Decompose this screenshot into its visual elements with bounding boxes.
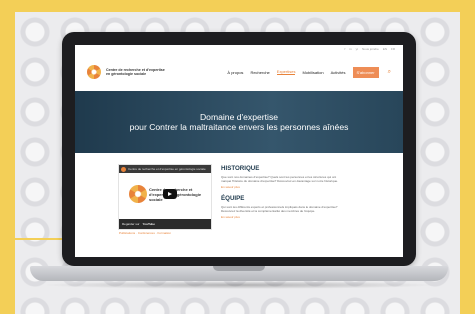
video-header: Centre de recherche et d'expertise en gé…	[119, 165, 211, 173]
nav-item-activites[interactable]: Activités	[331, 70, 346, 75]
site-logo[interactable]: Centre de recherche et d'expertise en gé…	[87, 65, 205, 79]
video-column: Centre de recherche et d'expertise en gé…	[119, 165, 211, 235]
logo-text: Centre de recherche et d'expertise en gé…	[106, 68, 165, 76]
section-text-historique: Que sont nos domaines d'expertise? Quels…	[221, 175, 339, 183]
site-topbar: f in yt Nous joindre EN FR	[75, 45, 403, 53]
logo-line-2: en gérontologie sociale	[106, 72, 147, 76]
info-column: HISTORIQUE Que sont nos domaines d'exper…	[221, 165, 345, 235]
watch-on-label[interactable]: Regarder sur	[122, 222, 140, 226]
nav-item-mobilisation[interactable]: Mobilisation	[302, 70, 323, 75]
page-content: Centre de recherche et d'expertise en gé…	[75, 153, 403, 235]
laptop-screen: f in yt Nous joindre EN FR Centre de rec…	[75, 45, 403, 257]
facebook-icon[interactable]: f	[344, 47, 345, 51]
video-footer: Regarder sur YouTube	[119, 219, 211, 229]
nav-item-a-propos[interactable]: À propos	[227, 70, 243, 75]
accent-line	[0, 238, 62, 240]
channel-avatar-icon	[121, 166, 126, 172]
video-title: Centre de recherche et d'expertise en gé…	[149, 187, 202, 202]
nav-item-expertises[interactable]: Expertises	[276, 69, 296, 75]
hero-title-line-1: Domaine d'expertise	[199, 112, 279, 122]
laptop-shadow	[40, 281, 438, 289]
linkedin-icon[interactable]: in	[349, 47, 351, 51]
subscribe-button[interactable]: S'abonner	[352, 66, 379, 78]
section-title-equipe: ÉQUIPE	[221, 195, 245, 202]
read-more-link-historique[interactable]: En savoir plus	[221, 185, 345, 189]
lang-fr-link[interactable]: FR	[391, 47, 395, 51]
lang-en-link[interactable]: EN	[383, 47, 387, 51]
youtube-logo-icon[interactable]: YouTube	[143, 222, 155, 226]
hero-banner: Domaine d'expertise pour Contrer la malt…	[75, 91, 403, 153]
read-more-link-equipe[interactable]: En savoir plus	[221, 215, 345, 219]
main-nav: À propos Recherche Expertises Mobilisati…	[227, 66, 391, 78]
site-navbar: Centre de recherche et d'expertise en gé…	[75, 53, 403, 91]
nav-item-recherche[interactable]: Recherche	[250, 70, 269, 75]
video-embed[interactable]: Centre de recherche et d'expertise en gé…	[119, 165, 211, 229]
search-icon[interactable]: ⌕	[388, 69, 391, 76]
logo-icon	[87, 65, 101, 79]
laptop-notch	[213, 266, 265, 271]
video-logo-icon	[129, 185, 147, 203]
video-thumbnail: Centre de recherche et d'expertise en gé…	[119, 173, 211, 219]
hero-title-line-2: pour Contrer la maltraitance envers les …	[129, 122, 349, 132]
video-header-title: Centre de recherche et d'expertise en gé…	[128, 167, 206, 171]
section-title-historique: HISTORIQUE	[221, 165, 260, 172]
youtube-icon[interactable]: yt	[356, 47, 358, 51]
photo-frame: f in yt Nous joindre EN FR Centre de rec…	[0, 0, 475, 314]
contact-link[interactable]: Nous joindre	[362, 47, 379, 51]
video-caption[interactable]: Publications · Conférences · Formation	[119, 231, 211, 235]
play-icon[interactable]	[163, 189, 177, 199]
section-text-equipe: Qui sont les différents experts et profe…	[221, 205, 338, 213]
